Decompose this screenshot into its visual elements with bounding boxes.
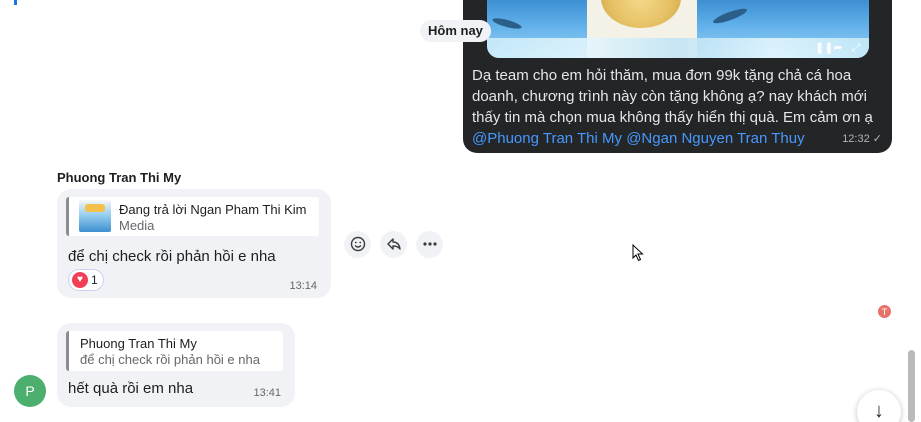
heart-icon: ♥ — [72, 272, 88, 288]
outgoing-message-bubble[interactable]: ❚❚ ➦ ⤢ Dạ team cho em hỏi thăm, mua đơn … — [463, 0, 892, 153]
sent-check-icon: ✓ — [872, 133, 882, 145]
incoming-message-bubble[interactable]: Đang trả lời Ngan Pham Thi Kim Media để … — [57, 189, 331, 298]
reaction-badge[interactable]: ♥ 1 — [68, 269, 104, 291]
reply-quote[interactable]: Đang trả lời Ngan Pham Thi Kim Media — [66, 197, 319, 236]
mention-link[interactable]: @Phuong Tran Thi My — [472, 130, 622, 147]
avatar[interactable]: P — [14, 375, 46, 407]
more-dots-icon — [422, 242, 437, 246]
message-text: để chị check rồi phản hồi e nha — [68, 248, 276, 265]
reaction-count: 1 — [91, 273, 98, 287]
react-emoji-button[interactable] — [344, 231, 371, 258]
smiley-icon — [350, 236, 365, 252]
arrow-down-icon: ↓ — [874, 400, 884, 422]
reply-title: Đang trả lời Ngan Pham Thi Kim — [119, 202, 307, 217]
outgoing-text: Dạ team cho em hỏi thăm, mua đơn 99k tặn… — [472, 67, 873, 126]
seen-avatar: T — [877, 304, 892, 319]
pause-icon[interactable]: ❚❚ — [815, 42, 833, 54]
media-thumbnail[interactable]: ❚❚ ➦ ⤢ — [487, 0, 869, 58]
reply-subtitle: Media — [119, 218, 155, 233]
reply-icon — [386, 238, 401, 250]
scroll-to-bottom-button[interactable]: ↓ — [857, 390, 901, 422]
quoted-media-thumbnail — [79, 200, 111, 232]
reply-quote[interactable]: Phuong Tran Thi My để chị check rồi phản… — [66, 331, 283, 371]
date-divider: Hôm nay — [420, 20, 491, 42]
more-options-button[interactable] — [416, 231, 443, 258]
share-icon[interactable]: ➦ — [831, 42, 845, 54]
reply-title: Phuong Tran Thi My — [80, 336, 197, 351]
message-time: 13:41 — [253, 387, 281, 399]
message-text: hết quà rồi em nha — [68, 380, 194, 397]
outgoing-message-text: Dạ team cho em hỏi thăm, mua đơn 99k tặn… — [472, 65, 884, 149]
message-time: 13:14 — [289, 280, 317, 292]
mouse-cursor-icon — [632, 244, 644, 262]
reply-subtitle: để chị check rồi phản hồi e nha — [80, 352, 260, 367]
scrollbar-thumb[interactable] — [908, 350, 915, 422]
message-time: 12:32 ✓ — [842, 133, 882, 145]
incoming-message-bubble[interactable]: Phuong Tran Thi My để chị check rồi phản… — [57, 323, 295, 407]
reply-button[interactable] — [380, 231, 407, 258]
sender-name: Phuong Tran Thi My — [57, 170, 182, 185]
active-indicator — [14, 0, 17, 5]
expand-icon[interactable]: ⤢ — [849, 42, 863, 54]
mention-link[interactable]: @Ngan Nguyen Tran Thuy — [626, 130, 804, 147]
